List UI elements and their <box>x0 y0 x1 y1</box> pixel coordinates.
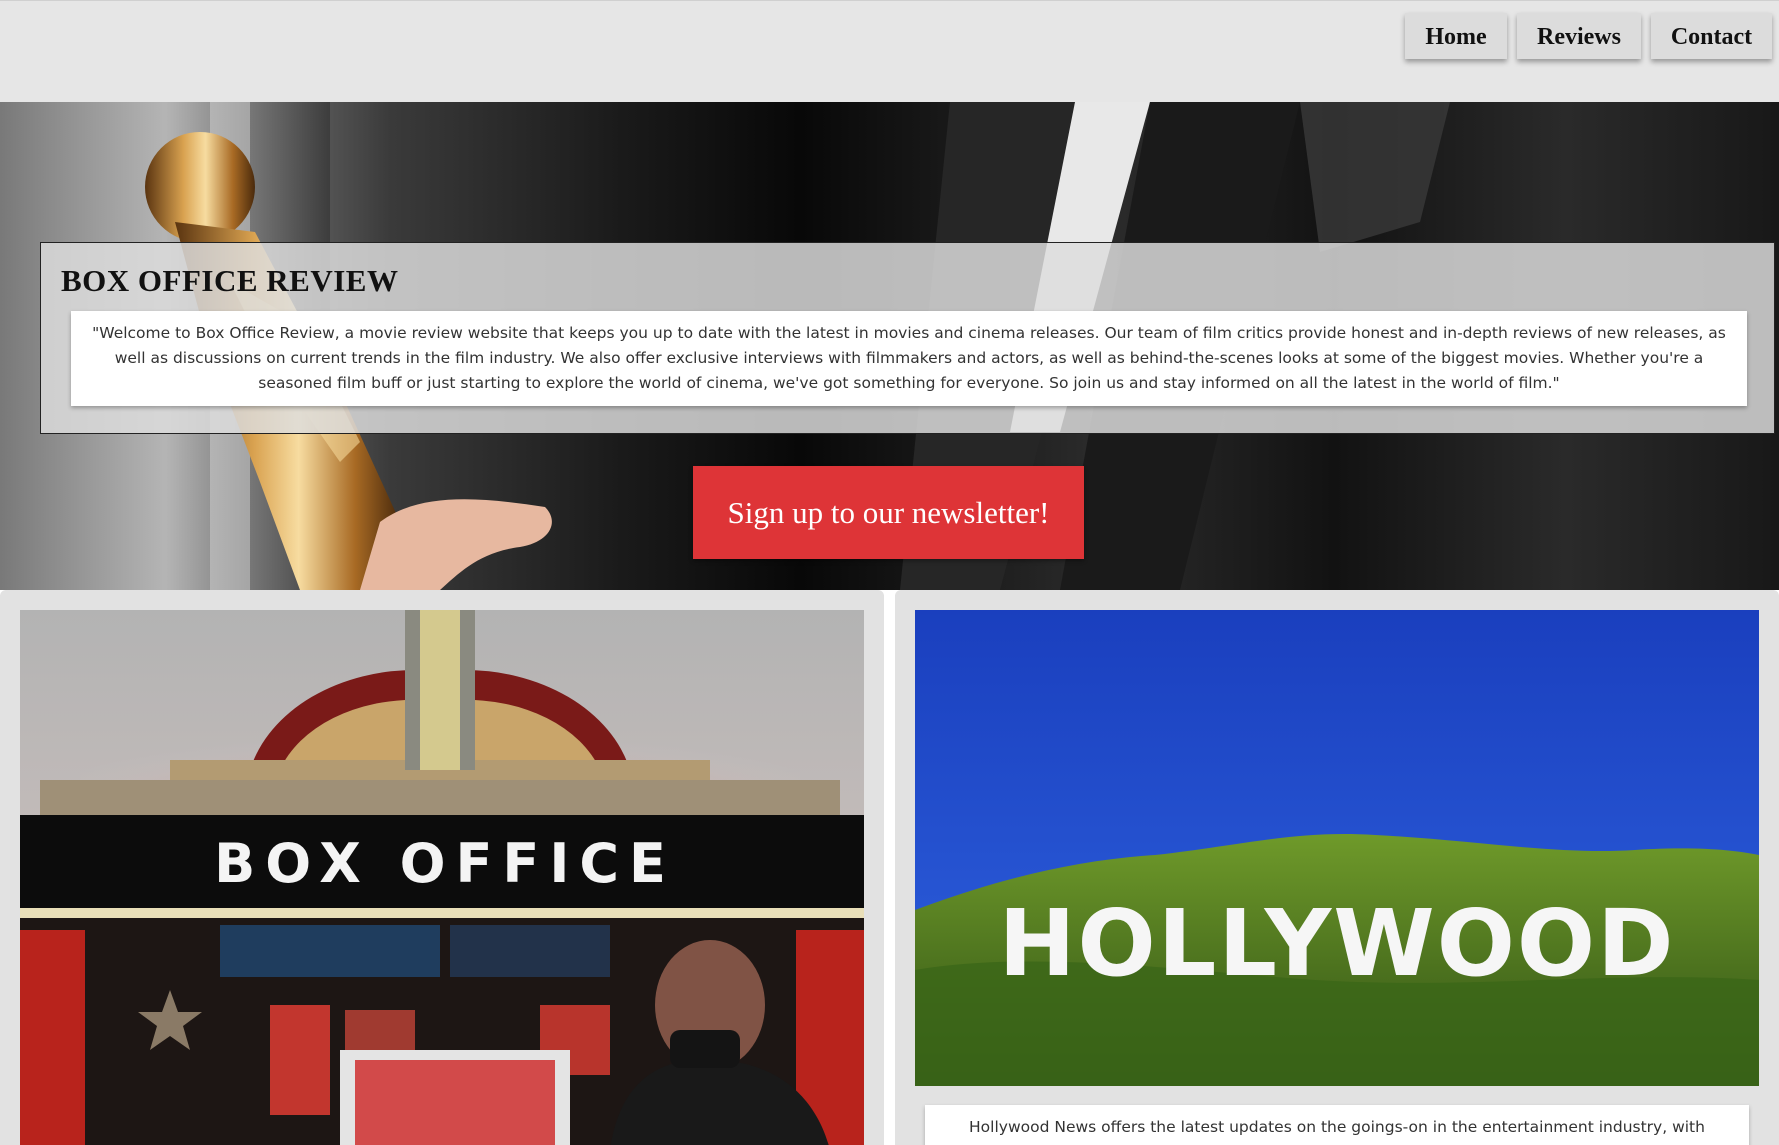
hollywood-sign-text: HOLLYWOOD <box>998 890 1675 997</box>
page: Home Reviews Contact BOX OFFICE REVIEW "… <box>0 0 1779 1145</box>
intro-panel: BOX OFFICE REVIEW "Welcome to Box Office… <box>40 242 1775 434</box>
intro-paragraph: "Welcome to Box Office Review, a movie r… <box>71 311 1747 406</box>
site-title: BOX OFFICE REVIEW <box>61 263 399 298</box>
box-office-card: BOX OFFICE <box>0 590 884 1145</box>
hollywood-image[interactable]: HOLLYWOOD <box>915 610 1759 1086</box>
nav-home-button[interactable]: Home <box>1405 13 1507 59</box>
nav-reviews-button[interactable]: Reviews <box>1517 13 1641 59</box>
hero-section: BOX OFFICE REVIEW "Welcome to Box Office… <box>0 102 1779 590</box>
hollywood-card: HOLLYWOOD Hollywood News offers the late… <box>895 590 1779 1145</box>
top-nav-bar: Home Reviews Contact <box>0 0 1779 103</box>
nav-contact-button[interactable]: Contact <box>1651 13 1772 59</box>
box-office-sign-text: BOX OFFICE <box>214 832 676 895</box>
hollywood-description: Hollywood News offers the latest updates… <box>925 1105 1749 1145</box>
box-office-image[interactable]: BOX OFFICE <box>20 610 864 1145</box>
newsletter-signup-button[interactable]: Sign up to our newsletter! <box>693 466 1084 559</box>
